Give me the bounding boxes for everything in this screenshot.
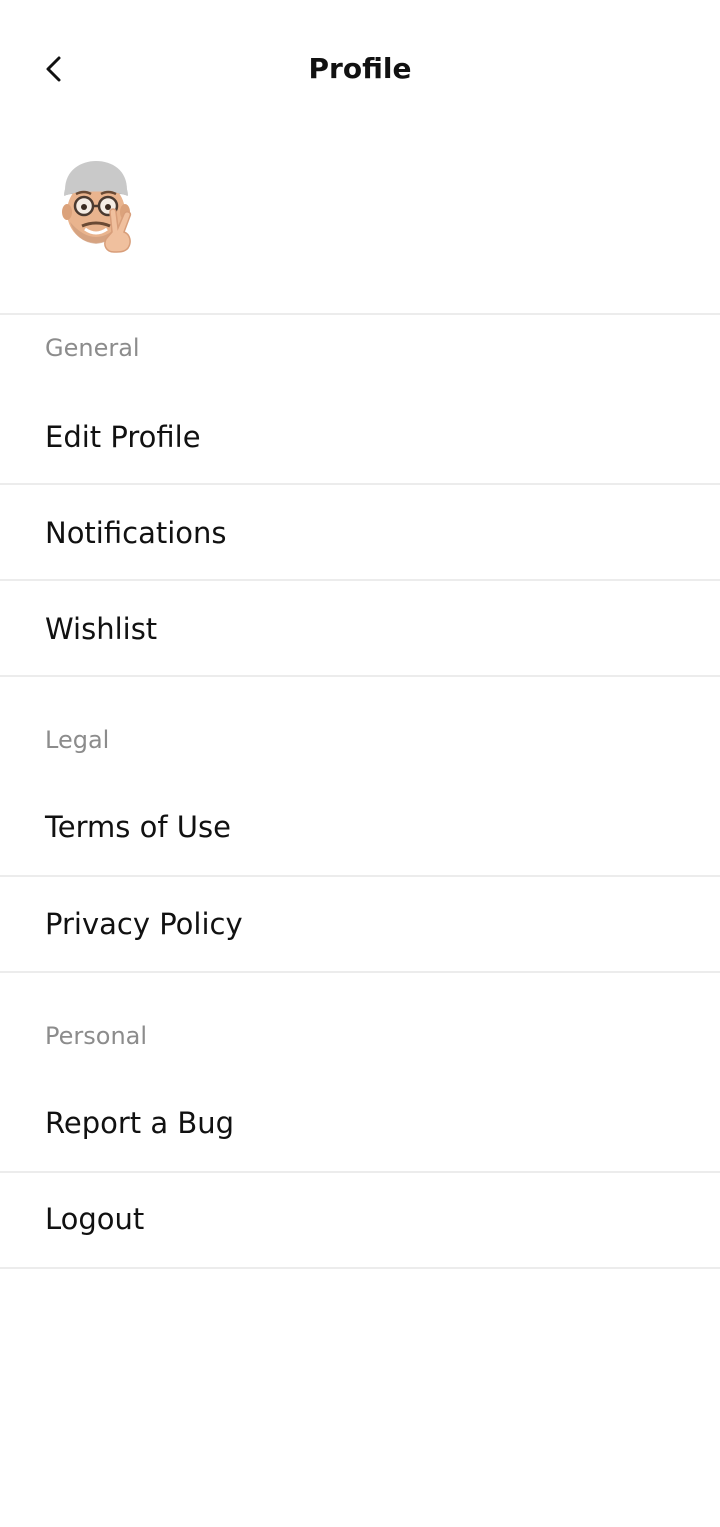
memoji-avatar-icon: [62, 161, 132, 253]
menu-item-edit-profile[interactable]: Edit Profile: [0, 390, 720, 484]
menu-item-notifications[interactable]: Notifications: [0, 486, 720, 580]
menu-item-logout[interactable]: Logout: [0, 1172, 720, 1266]
divider: [0, 1267, 720, 1269]
menu-item-terms-of-use[interactable]: Terms of Use: [0, 780, 720, 874]
divider: [0, 579, 720, 581]
divider: [0, 675, 720, 677]
menu-item-label: Report a Bug: [45, 1106, 235, 1140]
menu-item-label: Terms of Use: [45, 810, 231, 844]
avatar[interactable]: [56, 156, 140, 254]
menu-item-wishlist[interactable]: Wishlist: [0, 582, 720, 676]
menu-item-privacy-policy[interactable]: Privacy Policy: [0, 877, 720, 971]
menu-item-label: Wishlist: [45, 612, 158, 646]
section-label-legal: Legal: [45, 726, 110, 754]
menu-item-label: Notifications: [45, 516, 227, 550]
divider: [0, 483, 720, 485]
divider: [0, 313, 720, 315]
menu-item-label: Edit Profile: [45, 420, 201, 454]
divider: [0, 971, 720, 973]
section-label-general: General: [45, 334, 140, 362]
menu-item-label: Logout: [45, 1202, 145, 1236]
menu-item-label: Privacy Policy: [45, 907, 243, 941]
page-title: Profile: [308, 52, 412, 85]
top-bar: Profile: [0, 0, 720, 138]
section-label-personal: Personal: [45, 1022, 148, 1050]
menu-item-report-a-bug[interactable]: Report a Bug: [0, 1076, 720, 1170]
